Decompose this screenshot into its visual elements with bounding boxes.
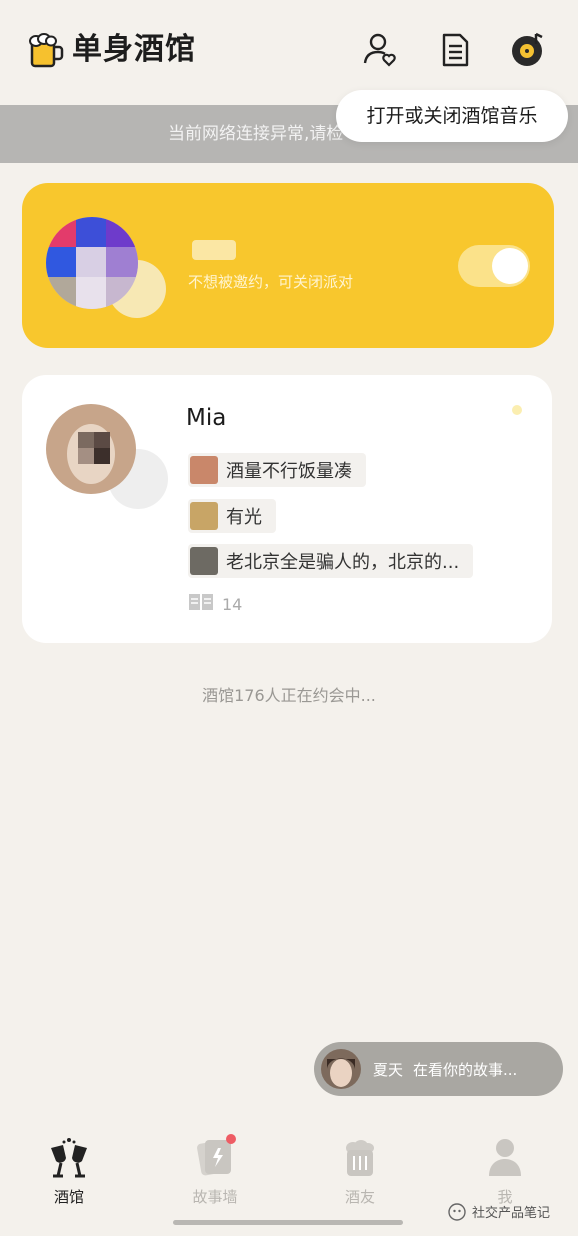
status-dot [512,405,522,415]
watermark-text: 社交产品笔记 [472,1206,551,1221]
story-item[interactable]: 有光 [188,499,276,533]
tab-label: 酒友 [344,1188,375,1206]
home-indicator [173,1220,403,1225]
story-thumbnail [190,456,218,484]
watermark: 社交产品笔记 [448,1202,550,1221]
user-heart-icon[interactable] [362,32,398,68]
document-icon[interactable] [437,32,473,68]
tab-tavern[interactable]: 酒馆 [14,1136,124,1207]
wechat-icon [448,1202,466,1221]
avatar [321,1049,361,1089]
story-count-value: 14 [222,594,243,614]
cheers-glasses-icon [45,1136,93,1180]
beer-mug-icon [26,30,66,70]
viewer-name: 夏天 [373,1060,404,1079]
story-item[interactable]: 酒量不行饭量凑 [188,453,366,487]
story-thumbnail [190,502,218,530]
tab-label: 故事墙 [192,1188,238,1206]
story-thumbnail [190,547,218,575]
music-disc-icon[interactable] [510,32,546,68]
story-text: 老北京全是骗人的，北京的... [226,552,460,573]
online-status: 酒馆176人正在约会中... [202,686,376,705]
app-title: 单身酒馆 [72,32,196,67]
story-text: 有光 [226,507,262,528]
beer-cup-icon [336,1136,384,1180]
viewer-message: 在看你的故事... [413,1060,518,1079]
tab-label: 酒馆 [53,1188,84,1206]
viewer-toast[interactable]: 夏天 在看你的故事... [314,1042,563,1096]
book-icon [188,591,214,617]
notification-badge [226,1134,236,1144]
music-tooltip: 打开或关闭酒馆音乐 [336,90,568,142]
party-hint-text: 不想被邀约，可关闭派对 [188,273,354,291]
story-text: 酒量不行饭量凑 [226,461,352,482]
avatar[interactable] [46,217,138,309]
party-toggle[interactable] [458,245,530,287]
user-name-blurred [192,240,236,260]
profile-name: Mia [186,405,227,431]
tab-friends[interactable]: 酒友 [305,1136,415,1207]
story-item[interactable]: 老北京全是骗人的，北京的... [188,544,474,578]
party-card: 不想被邀约，可关闭派对 [22,183,554,348]
toggle-knob [492,248,528,284]
tab-story-wall[interactable]: 故事墙 [160,1134,270,1207]
story-count: 14 [188,591,242,617]
tab-me[interactable]: 我 [450,1136,560,1207]
person-icon [481,1136,529,1180]
profile-card[interactable]: Mia 酒量不行饭量凑 有光 老北京全是骗人的，北京的... 14 [22,375,552,643]
avatar[interactable] [46,404,136,494]
